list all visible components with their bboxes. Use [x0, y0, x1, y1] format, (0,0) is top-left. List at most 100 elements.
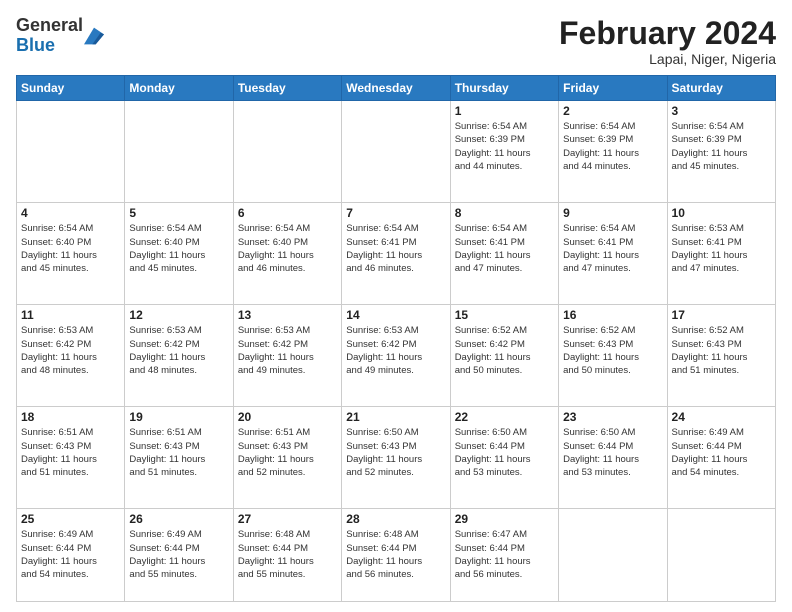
col-monday: Monday: [125, 76, 233, 101]
table-row: 11 Sunrise: 6:53 AM Sunset: 6:42 PM Dayli…: [17, 305, 125, 407]
day-number: 27: [238, 512, 337, 526]
logo-icon: [84, 26, 104, 46]
day-info: Sunrise: 6:54 AM Sunset: 6:40 PM Dayligh…: [238, 222, 337, 275]
day-number: 28: [346, 512, 445, 526]
day-info: Sunrise: 6:48 AM Sunset: 6:44 PM Dayligh…: [346, 528, 445, 581]
day-number: 12: [129, 308, 228, 322]
day-number: 3: [672, 104, 771, 118]
table-row: 12 Sunrise: 6:53 AM Sunset: 6:42 PM Dayli…: [125, 305, 233, 407]
table-row: 4 Sunrise: 6:54 AM Sunset: 6:40 PM Daylig…: [17, 203, 125, 305]
day-info: Sunrise: 6:54 AM Sunset: 6:40 PM Dayligh…: [129, 222, 228, 275]
day-number: 23: [563, 410, 662, 424]
table-row: 27Sunrise: 6:48 AM Sunset: 6:44 PM Dayli…: [233, 509, 341, 602]
day-info: Sunrise: 6:49 AM Sunset: 6:44 PM Dayligh…: [129, 528, 228, 581]
table-row: 18 Sunrise: 6:51 AM Sunset: 6:43 PM Dayli…: [17, 407, 125, 509]
day-number: 14: [346, 308, 445, 322]
day-info: Sunrise: 6:47 AM Sunset: 6:44 PM Dayligh…: [455, 528, 554, 581]
day-number: 6: [238, 206, 337, 220]
day-number: 2: [563, 104, 662, 118]
day-info: Sunrise: 6:53 AM Sunset: 6:42 PM Dayligh…: [129, 324, 228, 377]
table-row: 28 Sunrise: 6:48 AM Sunset: 6:44 PM Dayli…: [342, 509, 450, 602]
day-number: 9: [563, 206, 662, 220]
col-friday: Friday: [559, 76, 667, 101]
logo-blue-text: Blue: [16, 35, 55, 55]
col-saturday: Saturday: [667, 76, 775, 101]
day-number: 1: [455, 104, 554, 118]
table-row: 5 Sunrise: 6:54 AM Sunset: 6:40 PM Daylig…: [125, 203, 233, 305]
table-row: 1 Sunrise: 6:54 AM Sunset: 6:39 PM Daylig…: [450, 101, 558, 203]
table-row: 26Sunrise: 6:49 AM Sunset: 6:44 PM Dayli…: [125, 509, 233, 602]
day-info: Sunrise: 6:52 AM Sunset: 6:43 PM Dayligh…: [672, 324, 771, 377]
day-info: Sunrise: 6:50 AM Sunset: 6:44 PM Dayligh…: [563, 426, 662, 479]
table-row: 10 Sunrise: 6:53 AM Sunset: 6:41 PM Dayli…: [667, 203, 775, 305]
table-row: [667, 509, 775, 602]
calendar: Sunday Monday Tuesday Wednesday Thursday…: [16, 75, 776, 602]
table-row: [233, 101, 341, 203]
table-row: 3 Sunrise: 6:54 AM Sunset: 6:39 PM Daylig…: [667, 101, 775, 203]
table-row: 17 Sunrise: 6:52 AM Sunset: 6:43 PM Dayli…: [667, 305, 775, 407]
day-info: Sunrise: 6:54 AM Sunset: 6:40 PM Dayligh…: [21, 222, 120, 275]
logo-general-text: General: [16, 15, 83, 35]
day-number: 17: [672, 308, 771, 322]
day-number: 21: [346, 410, 445, 424]
title-section: February 2024 Lapai, Niger, Nigeria: [559, 16, 776, 67]
day-number: 11: [21, 308, 120, 322]
table-row: 25 Sunrise: 6:49 AM Sunset: 6:44 PM Dayli…: [17, 509, 125, 602]
col-wednesday: Wednesday: [342, 76, 450, 101]
table-row: 24 Sunrise: 6:49 AM Sunset: 6:44 PM Dayli…: [667, 407, 775, 509]
day-number: 15: [455, 308, 554, 322]
day-info: Sunrise: 6:53 AM Sunset: 6:41 PM Dayligh…: [672, 222, 771, 275]
month-title: February 2024: [559, 16, 776, 51]
page: General Blue February 2024 Lapai, Niger,…: [0, 0, 792, 612]
table-row: 20Sunrise: 6:51 AM Sunset: 6:43 PM Dayli…: [233, 407, 341, 509]
day-info: Sunrise: 6:51 AM Sunset: 6:43 PM Dayligh…: [129, 426, 228, 479]
day-info: Sunrise: 6:49 AM Sunset: 6:44 PM Dayligh…: [21, 528, 120, 581]
day-info: Sunrise: 6:54 AM Sunset: 6:41 PM Dayligh…: [563, 222, 662, 275]
logo: General Blue: [16, 16, 104, 56]
table-row: [559, 509, 667, 602]
day-info: Sunrise: 6:53 AM Sunset: 6:42 PM Dayligh…: [21, 324, 120, 377]
day-number: 19: [129, 410, 228, 424]
col-sunday: Sunday: [17, 76, 125, 101]
day-info: Sunrise: 6:50 AM Sunset: 6:44 PM Dayligh…: [455, 426, 554, 479]
col-tuesday: Tuesday: [233, 76, 341, 101]
day-info: Sunrise: 6:54 AM Sunset: 6:41 PM Dayligh…: [346, 222, 445, 275]
day-number: 29: [455, 512, 554, 526]
table-row: 29 Sunrise: 6:47 AM Sunset: 6:44 PM Dayli…: [450, 509, 558, 602]
day-info: Sunrise: 6:51 AM Sunset: 6:43 PM Dayligh…: [21, 426, 120, 479]
day-info: Sunrise: 6:49 AM Sunset: 6:44 PM Dayligh…: [672, 426, 771, 479]
table-row: [17, 101, 125, 203]
day-info: Sunrise: 6:51 AM Sunset: 6:43 PM Dayligh…: [238, 426, 337, 479]
day-info: Sunrise: 6:52 AM Sunset: 6:43 PM Dayligh…: [563, 324, 662, 377]
table-row: 13 Sunrise: 6:53 AM Sunset: 6:42 PM Dayli…: [233, 305, 341, 407]
day-info: Sunrise: 6:53 AM Sunset: 6:42 PM Dayligh…: [346, 324, 445, 377]
table-row: 9 Sunrise: 6:54 AM Sunset: 6:41 PM Daylig…: [559, 203, 667, 305]
table-row: 2Sunrise: 6:54 AM Sunset: 6:39 PM Daylig…: [559, 101, 667, 203]
table-row: 23 Sunrise: 6:50 AM Sunset: 6:44 PM Dayli…: [559, 407, 667, 509]
table-row: 19 Sunrise: 6:51 AM Sunset: 6:43 PM Dayli…: [125, 407, 233, 509]
day-number: 13: [238, 308, 337, 322]
day-number: 24: [672, 410, 771, 424]
day-number: 25: [21, 512, 120, 526]
day-number: 10: [672, 206, 771, 220]
col-thursday: Thursday: [450, 76, 558, 101]
location: Lapai, Niger, Nigeria: [559, 51, 776, 67]
day-info: Sunrise: 6:53 AM Sunset: 6:42 PM Dayligh…: [238, 324, 337, 377]
day-number: 18: [21, 410, 120, 424]
day-number: 8: [455, 206, 554, 220]
day-number: 5: [129, 206, 228, 220]
day-info: Sunrise: 6:54 AM Sunset: 6:39 PM Dayligh…: [672, 120, 771, 173]
day-info: Sunrise: 6:52 AM Sunset: 6:42 PM Dayligh…: [455, 324, 554, 377]
table-row: 21 Sunrise: 6:50 AM Sunset: 6:43 PM Dayli…: [342, 407, 450, 509]
day-number: 4: [21, 206, 120, 220]
table-row: [342, 101, 450, 203]
table-row: 22Sunrise: 6:50 AM Sunset: 6:44 PM Dayli…: [450, 407, 558, 509]
table-row: 8 Sunrise: 6:54 AM Sunset: 6:41 PM Daylig…: [450, 203, 558, 305]
day-info: Sunrise: 6:54 AM Sunset: 6:41 PM Dayligh…: [455, 222, 554, 275]
table-row: 14 Sunrise: 6:53 AM Sunset: 6:42 PM Dayli…: [342, 305, 450, 407]
day-info: Sunrise: 6:54 AM Sunset: 6:39 PM Dayligh…: [455, 120, 554, 173]
day-info: Sunrise: 6:50 AM Sunset: 6:43 PM Dayligh…: [346, 426, 445, 479]
header: General Blue February 2024 Lapai, Niger,…: [16, 16, 776, 67]
table-row: 16Sunrise: 6:52 AM Sunset: 6:43 PM Dayli…: [559, 305, 667, 407]
table-row: 15 Sunrise: 6:52 AM Sunset: 6:42 PM Dayli…: [450, 305, 558, 407]
